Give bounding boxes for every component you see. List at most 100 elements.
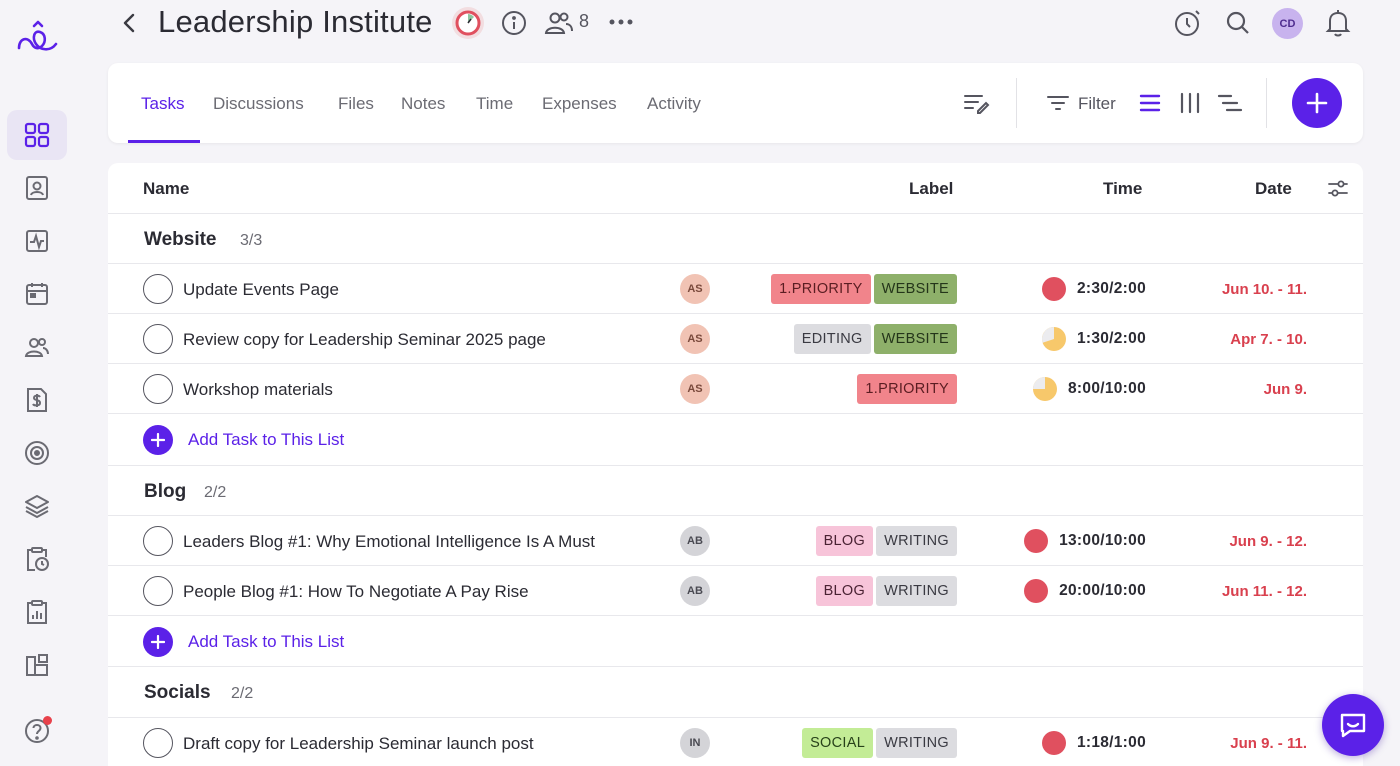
tab-notes[interactable]: Notes bbox=[401, 94, 445, 114]
table-row[interactable]: Workshop materials AS 1.PRIORITY 8:00/10… bbox=[108, 363, 1363, 413]
label-badge[interactable]: BLOG bbox=[815, 526, 874, 556]
nav-widgets[interactable] bbox=[7, 640, 67, 690]
task-time[interactable]: 1:30/2:00 bbox=[1041, 326, 1146, 352]
task-checkbox[interactable] bbox=[143, 324, 173, 354]
label-badge[interactable]: WRITING bbox=[876, 526, 957, 556]
assignee-avatar[interactable]: AS bbox=[680, 374, 710, 404]
nav-help[interactable] bbox=[7, 706, 67, 756]
task-checkbox[interactable] bbox=[143, 728, 173, 758]
timer-button[interactable] bbox=[1171, 7, 1203, 39]
project-timer-button[interactable] bbox=[450, 5, 486, 41]
label-badge[interactable]: WEBSITE bbox=[873, 324, 957, 354]
task-checkbox[interactable] bbox=[143, 274, 173, 304]
filter-button[interactable] bbox=[1044, 91, 1072, 115]
task-time[interactable]: 2:30/2:00 bbox=[1041, 276, 1146, 302]
search-button[interactable] bbox=[1223, 8, 1253, 38]
label-badge[interactable]: 1.PRIORITY bbox=[771, 274, 871, 304]
assignee-avatar[interactable]: AS bbox=[680, 324, 710, 354]
table-row[interactable]: Update Events Page AS 1.PRIORITY WEBSITE… bbox=[108, 263, 1363, 313]
column-header-date[interactable]: Date bbox=[1255, 179, 1292, 199]
nav-invoices[interactable] bbox=[7, 375, 67, 425]
nav-contacts[interactable] bbox=[7, 163, 67, 213]
label-badge[interactable]: 1.PRIORITY bbox=[857, 374, 957, 404]
nav-reports[interactable] bbox=[7, 587, 67, 637]
task-date[interactable]: Jun 10. - 11. bbox=[1222, 281, 1307, 298]
table-row[interactable]: Leaders Blog #1: Why Emotional Intellige… bbox=[108, 515, 1363, 565]
assignee-avatar[interactable]: AB bbox=[680, 526, 710, 556]
edit-list-button[interactable] bbox=[960, 89, 992, 117]
assignee-avatar[interactable]: AS bbox=[680, 274, 710, 304]
task-date[interactable]: Jun 9. - 11. bbox=[1230, 735, 1307, 752]
label-badge[interactable]: WRITING bbox=[876, 576, 957, 606]
group-header-website[interactable]: Website 3/3 bbox=[108, 213, 1363, 263]
task-time[interactable]: 8:00/10:00 bbox=[1032, 376, 1146, 402]
task-name[interactable]: People Blog #1: How To Negotiate A Pay R… bbox=[183, 582, 529, 602]
add-task-link[interactable]: Add Task to This List bbox=[188, 430, 344, 450]
members-button[interactable] bbox=[542, 8, 576, 38]
nav-timesheets[interactable] bbox=[7, 534, 67, 584]
tab-time[interactable]: Time bbox=[476, 94, 513, 114]
info-button[interactable] bbox=[500, 9, 528, 37]
task-checkbox[interactable] bbox=[143, 526, 173, 556]
column-header-label[interactable]: Label bbox=[909, 179, 953, 199]
group-header-socials[interactable]: Socials 2/2 bbox=[108, 666, 1363, 716]
table-row[interactable]: Draft copy for Leadership Seminar launch… bbox=[108, 717, 1363, 766]
add-task-circle[interactable] bbox=[143, 425, 173, 455]
add-task-circle[interactable] bbox=[143, 627, 173, 657]
task-time[interactable]: 1:18/1:00 bbox=[1041, 730, 1146, 756]
board-view-button[interactable] bbox=[1176, 91, 1204, 115]
column-header-time[interactable]: Time bbox=[1103, 179, 1142, 199]
task-checkbox[interactable] bbox=[143, 576, 173, 606]
nav-goals[interactable] bbox=[7, 428, 67, 478]
label-badge[interactable]: WRITING bbox=[876, 728, 957, 758]
back-button[interactable] bbox=[118, 10, 140, 36]
task-time[interactable]: 20:00/10:00 bbox=[1023, 578, 1146, 604]
group-title: Blog bbox=[144, 481, 187, 502]
nav-activity[interactable] bbox=[7, 216, 67, 266]
task-name[interactable]: Update Events Page bbox=[183, 280, 339, 300]
table-row[interactable]: Review copy for Leadership Seminar 2025 … bbox=[108, 313, 1363, 363]
task-date[interactable]: Jun 9. - 12. bbox=[1229, 533, 1307, 550]
sliders-icon bbox=[1328, 180, 1348, 197]
nav-projects[interactable] bbox=[7, 110, 67, 160]
task-checkbox[interactable] bbox=[143, 374, 173, 404]
nav-people[interactable] bbox=[7, 322, 67, 372]
task-date[interactable]: Jun 9. bbox=[1264, 381, 1307, 398]
table-row[interactable]: People Blog #1: How To Negotiate A Pay R… bbox=[108, 565, 1363, 615]
nav-layers[interactable] bbox=[7, 481, 67, 531]
filter-label[interactable]: Filter bbox=[1078, 94, 1116, 114]
assignee-avatar[interactable]: AB bbox=[680, 576, 710, 606]
task-name[interactable]: Draft copy for Leadership Seminar launch… bbox=[183, 734, 534, 754]
app-logo-icon[interactable] bbox=[16, 20, 60, 56]
list-view-button[interactable] bbox=[1136, 91, 1164, 115]
add-task-row[interactable]: Add Task to This List bbox=[108, 615, 1363, 665]
nav-calendar[interactable] bbox=[7, 269, 67, 319]
column-settings-button[interactable] bbox=[1326, 177, 1350, 201]
task-date[interactable]: Jun 11. - 12. bbox=[1222, 583, 1307, 600]
label-badge[interactable]: WEBSITE bbox=[873, 274, 957, 304]
group-header-blog[interactable]: Blog 2/2 bbox=[108, 465, 1363, 515]
column-header-name[interactable]: Name bbox=[143, 179, 189, 199]
task-name[interactable]: Workshop materials bbox=[183, 380, 333, 400]
more-button[interactable] bbox=[607, 10, 635, 34]
gantt-view-button[interactable] bbox=[1216, 91, 1244, 115]
task-time[interactable]: 13:00/10:00 bbox=[1023, 528, 1146, 554]
add-task-link[interactable]: Add Task to This List bbox=[188, 632, 344, 652]
label-badge[interactable]: BLOG bbox=[815, 576, 874, 606]
chat-button[interactable] bbox=[1322, 694, 1384, 756]
add-task-button[interactable] bbox=[1292, 78, 1342, 128]
label-badge[interactable]: EDITING bbox=[793, 324, 871, 354]
user-avatar[interactable]: CD bbox=[1272, 8, 1303, 39]
tab-files[interactable]: Files bbox=[338, 94, 374, 114]
notifications-button[interactable] bbox=[1322, 7, 1354, 39]
tab-activity[interactable]: Activity bbox=[647, 94, 701, 114]
task-name[interactable]: Leaders Blog #1: Why Emotional Intellige… bbox=[183, 532, 595, 552]
add-task-row[interactable]: Add Task to This List bbox=[108, 413, 1363, 463]
task-date[interactable]: Apr 7. - 10. bbox=[1230, 331, 1307, 348]
label-badge[interactable]: SOCIAL bbox=[802, 728, 874, 758]
assignee-avatar[interactable]: IN bbox=[680, 728, 710, 758]
tab-discussions[interactable]: Discussions bbox=[213, 94, 304, 114]
task-name[interactable]: Review copy for Leadership Seminar 2025 … bbox=[183, 330, 546, 350]
tab-tasks[interactable]: Tasks bbox=[141, 94, 184, 114]
tab-expenses[interactable]: Expenses bbox=[542, 94, 617, 114]
